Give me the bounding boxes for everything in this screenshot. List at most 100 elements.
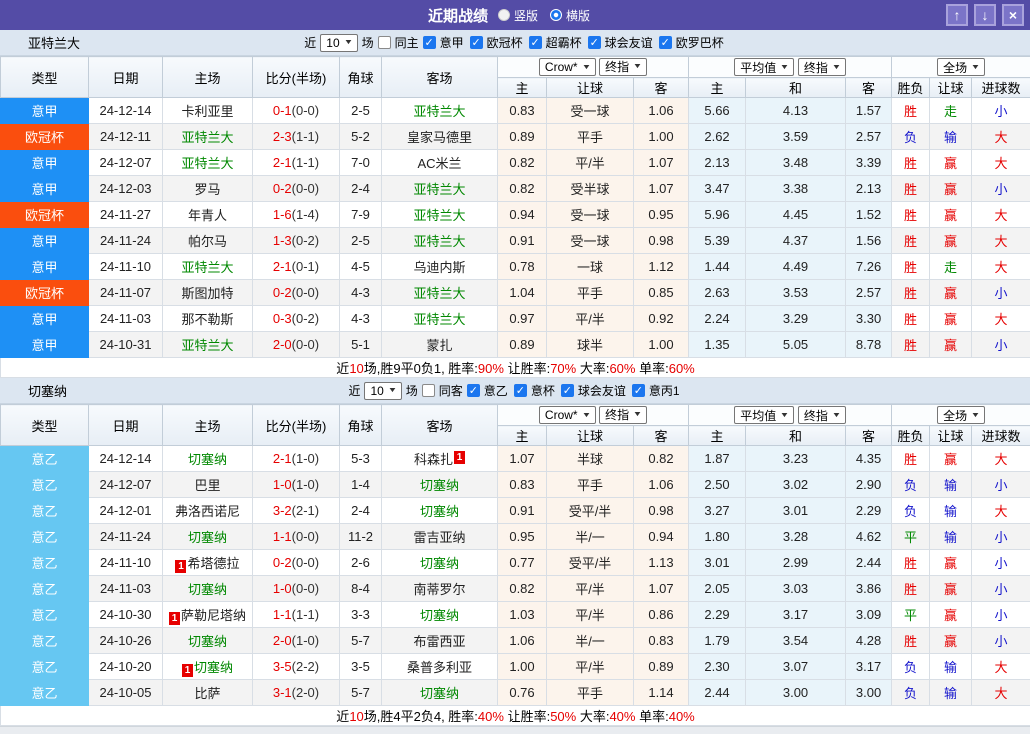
home-team[interactable]: 1 萨勒尼塔纳 bbox=[162, 601, 253, 628]
same-home-checkbox[interactable] bbox=[377, 36, 391, 49]
home-team[interactable]: 亚特兰大 bbox=[162, 253, 253, 280]
home-team[interactable]: 巴里 bbox=[162, 471, 253, 498]
home-team[interactable]: 切塞纳 bbox=[162, 575, 253, 602]
away-team[interactable]: AC米兰 bbox=[381, 149, 498, 176]
result-outcome: 负 bbox=[891, 497, 931, 524]
away-team[interactable]: 切塞纳 bbox=[381, 679, 498, 706]
league-checkbox[interactable]: ✓ bbox=[587, 36, 601, 49]
average-select[interactable]: 平均值 ▼ bbox=[734, 58, 795, 76]
avg-away: 1.56 bbox=[845, 227, 893, 254]
move-up-button[interactable]: ↑ bbox=[946, 4, 968, 26]
average-select[interactable]: 平均值 ▼ bbox=[734, 406, 795, 424]
home-team[interactable]: 那不勒斯 bbox=[162, 305, 253, 332]
home-team[interactable]: 切塞纳 bbox=[162, 627, 253, 654]
home-team[interactable]: 切塞纳 bbox=[162, 523, 253, 550]
league-badge: 意乙 bbox=[0, 497, 89, 524]
away-team[interactable]: 亚特兰大 bbox=[381, 201, 498, 228]
away-team[interactable]: 皇家马德里 bbox=[381, 123, 498, 150]
move-down-button[interactable]: ↓ bbox=[974, 4, 996, 26]
avg-away: 2.44 bbox=[845, 549, 893, 576]
filter-bar: 近 10 ▼ 场 同主 ✓ 意甲 ✓ 欧冠杯 ✓ 超霸杯 ✓ 球会友谊 ✓ 欧罗巴杯 bbox=[304, 33, 725, 52]
final-odds-select[interactable]: 终指 ▼ bbox=[599, 405, 648, 424]
result-handicap: 走 bbox=[929, 253, 973, 280]
section-header-atalanta: 亚特兰大 近 10 ▼ 场 同主 ✓ 意甲 ✓ 欧冠杯 ✓ 超霸杯 ✓ 球会友谊 ✓ 欧罗巴杯 bbox=[0, 30, 1030, 56]
home-team[interactable]: 弗洛西诺尼 bbox=[162, 497, 253, 524]
final-odds-select[interactable]: 终指 ▼ bbox=[599, 57, 648, 76]
match-date: 24-11-03 bbox=[88, 305, 163, 332]
radio-horizontal-layout[interactable]: 横版 bbox=[550, 7, 590, 24]
away-team[interactable]: 切塞纳 bbox=[381, 471, 498, 498]
match-date: 24-12-14 bbox=[88, 445, 163, 472]
recent-count-select[interactable]: 10 ▼ bbox=[364, 381, 402, 400]
final-odds-select-2[interactable]: 终指 ▼ bbox=[797, 406, 846, 424]
league-checkbox[interactable]: ✓ bbox=[528, 36, 542, 49]
red-card-badge: 1 bbox=[181, 663, 193, 677]
match-row: 意乙 24-10-20 1 切塞纳 3-5(2-2) 3-5 桑普多利亚 1.00 平/半 0.8… bbox=[0, 653, 1030, 680]
home-team[interactable]: 斯图加特 bbox=[162, 279, 253, 306]
result-handicap: 赢 bbox=[929, 149, 973, 176]
final-odds-select-2[interactable]: 终指 ▼ bbox=[797, 58, 846, 76]
fulltime-score: 2-1 bbox=[272, 451, 292, 466]
odds-handicap: 平手 bbox=[546, 679, 634, 706]
away-team[interactable]: 亚特兰大 bbox=[381, 279, 498, 306]
away-team[interactable]: 桑普多利亚 bbox=[381, 653, 498, 680]
league-checkbox[interactable]: ✓ bbox=[560, 384, 574, 397]
same-away-checkbox[interactable] bbox=[421, 384, 435, 397]
fulltime-select[interactable]: 全场 ▼ bbox=[937, 406, 986, 424]
away-team[interactable]: 切塞纳 bbox=[381, 497, 498, 524]
home-team[interactable]: 切塞纳 bbox=[162, 445, 253, 472]
odds-away: 1.00 bbox=[632, 331, 690, 358]
home-team[interactable]: 罗马 bbox=[162, 175, 253, 202]
away-team[interactable]: 科森扎 1 bbox=[381, 445, 498, 472]
home-team[interactable]: 比萨 bbox=[162, 679, 253, 706]
odds-away: 1.12 bbox=[632, 253, 690, 280]
avg-draw: 3.00 bbox=[745, 679, 847, 706]
away-team[interactable]: 亚特兰大 bbox=[381, 227, 498, 254]
match-date: 24-11-03 bbox=[88, 575, 163, 602]
league-label: 欧罗巴杯 bbox=[675, 36, 724, 50]
recent-count-select[interactable]: 10 ▼ bbox=[320, 33, 358, 52]
home-team[interactable]: 亚特兰大 bbox=[162, 123, 253, 150]
average-select-group: 平均值 ▼ 终指 ▼ bbox=[688, 56, 893, 78]
odds-source-select[interactable]: Crow* ▼ bbox=[538, 58, 596, 77]
score: 2-0(0-0) bbox=[252, 331, 340, 358]
league-checkbox[interactable]: ✓ bbox=[469, 36, 483, 49]
fulltime-select[interactable]: 全场 ▼ bbox=[937, 58, 986, 76]
odds-away: 1.13 bbox=[632, 549, 690, 576]
summary-text: 近 bbox=[336, 709, 350, 724]
away-team[interactable]: 乌迪内斯 bbox=[381, 253, 498, 280]
away-team[interactable]: 亚特兰大 bbox=[381, 305, 498, 332]
away-team[interactable]: 切塞纳 bbox=[381, 549, 498, 576]
league-checkbox[interactable]: ✓ bbox=[422, 36, 436, 49]
odds-home: 0.89 bbox=[497, 331, 547, 358]
league-checkbox[interactable]: ✓ bbox=[466, 384, 480, 397]
odds-source-select[interactable]: Crow* ▼ bbox=[538, 406, 596, 425]
close-button[interactable]: × bbox=[1002, 4, 1024, 26]
team-link: 切塞纳 bbox=[419, 478, 459, 493]
league-label: 意乙 bbox=[483, 384, 508, 398]
home-team[interactable]: 帕尔马 bbox=[162, 227, 253, 254]
home-team[interactable]: 亚特兰大 bbox=[162, 149, 253, 176]
away-team[interactable]: 布雷西亚 bbox=[381, 627, 498, 654]
away-team[interactable]: 亚特兰大 bbox=[381, 175, 498, 202]
league-checkbox[interactable]: ✓ bbox=[631, 384, 645, 397]
home-team[interactable]: 1 切塞纳 bbox=[162, 653, 253, 680]
away-team[interactable]: 雷吉亚纳 bbox=[381, 523, 498, 550]
radio-vertical-layout[interactable]: 竖版 bbox=[497, 7, 538, 24]
away-team[interactable]: 亚特兰大 bbox=[381, 97, 498, 124]
result-goals: 大 bbox=[971, 201, 1030, 228]
home-team[interactable]: 卡利亚里 bbox=[162, 97, 253, 124]
result-handicap: 输 bbox=[929, 679, 973, 706]
away-team[interactable]: 蒙扎 bbox=[381, 331, 498, 358]
league-checkbox[interactable]: ✓ bbox=[658, 36, 672, 49]
match-row: 意甲 24-11-03 那不勒斯 0-3(0-2) 4-3 亚特兰大 0.97 平/半 0.92… bbox=[0, 305, 1030, 332]
home-team[interactable]: 亚特兰大 bbox=[162, 331, 253, 358]
team-link: AC米兰 bbox=[417, 156, 462, 171]
result-outcome: 负 bbox=[891, 471, 931, 498]
home-team[interactable]: 年青人 bbox=[162, 201, 253, 228]
away-team[interactable]: 南蒂罗尔 bbox=[381, 575, 498, 602]
away-team[interactable]: 切塞纳 bbox=[381, 601, 498, 628]
col-corner: 角球 bbox=[339, 56, 382, 98]
home-team[interactable]: 1 希塔德拉 bbox=[162, 549, 253, 576]
league-checkbox[interactable]: ✓ bbox=[513, 384, 527, 397]
